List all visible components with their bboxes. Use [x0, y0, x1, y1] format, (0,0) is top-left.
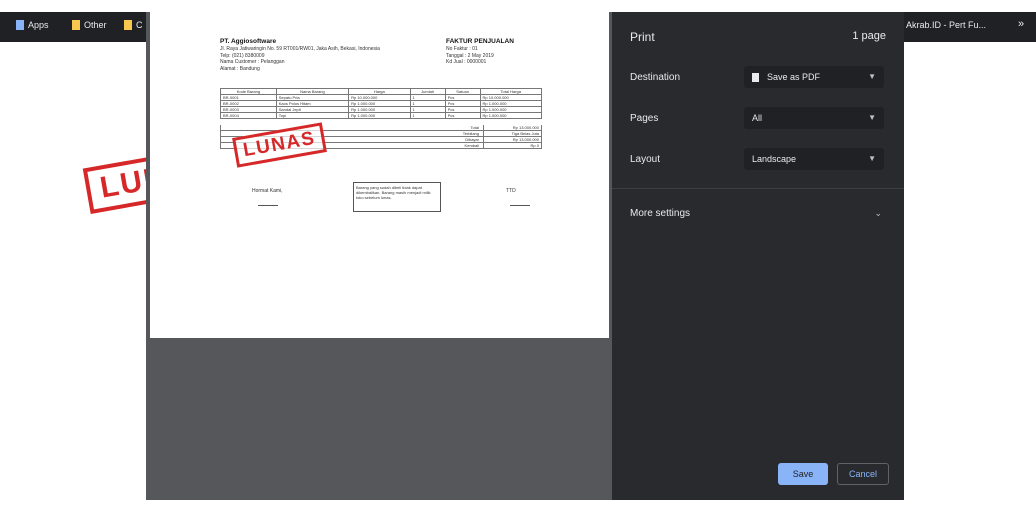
summary-value: Rp 13.000.000: [483, 125, 541, 130]
summary-label: Kembali: [464, 143, 479, 148]
summary-label: Dibayar: [465, 137, 479, 142]
bookmark-label: Other: [84, 20, 107, 30]
summary-label: Terbilang: [462, 131, 479, 136]
folder-icon: [72, 20, 80, 30]
destination-value: Save as PDF: [767, 72, 821, 82]
chevron-down-icon[interactable]: ⌄: [874, 208, 882, 219]
table-cell: Pcs: [444, 112, 481, 119]
print-settings-panel: Print 1 page Destination Save as PDF ▼ P…: [612, 12, 904, 500]
bookmark-akrab[interactable]: Akrab.ID - Pert Fu...: [906, 20, 986, 30]
signature-right-label: TTD: [506, 188, 516, 194]
address-line: Alamat : Bandung: [220, 65, 260, 72]
destination-select[interactable]: Save as PDF ▼: [744, 66, 884, 88]
divider: [612, 188, 904, 189]
preview-page: PT. Aggiosoftware Jl. Raya Jatiwaringin …: [150, 12, 609, 338]
summary-value: Tiga Belas Juta: [483, 131, 541, 136]
signature-left-label: Hormat Kami,: [252, 188, 283, 194]
summary-label: Total: [470, 125, 479, 130]
summary-value: Rp 0: [483, 143, 541, 148]
layout-label: Layout: [630, 154, 661, 165]
signature-left-line: [258, 205, 278, 206]
table-cell: 1: [409, 112, 446, 119]
chevron-down-icon: ▼: [868, 113, 876, 122]
cancel-button[interactable]: Cancel: [837, 463, 889, 485]
bookmark-apps[interactable]: Apps: [16, 20, 49, 30]
print-dialog: PT. Aggiosoftware Jl. Raya Jatiwaringin …: [146, 12, 904, 500]
folder-icon: [124, 20, 132, 30]
pages-label: Pages: [630, 113, 659, 124]
destination-label: Destination: [630, 72, 681, 83]
pages-select[interactable]: All ▼: [744, 107, 884, 129]
table-cell: Rp 1.000.000: [479, 112, 542, 119]
table-row: BR-0004 Topi Rp 1.000.000 1 Pcs Rp 1.000…: [220, 112, 542, 119]
save-button[interactable]: Save: [778, 463, 828, 485]
chevron-down-icon: ▼: [868, 72, 876, 81]
table-cell: Rp 1.000.000: [348, 112, 411, 119]
apps-icon: [16, 20, 24, 30]
table-cell: Topi: [275, 112, 350, 119]
page-count: 1 page: [852, 30, 886, 42]
print-title: Print: [630, 30, 655, 44]
bookmark-folder[interactable]: C: [124, 20, 143, 30]
more-settings-toggle[interactable]: More settings: [630, 208, 690, 219]
address-line: Jl. Raya Jatiwaringin No. 59 RT001/RW01,…: [220, 46, 380, 52]
invoice-note: Barang yang sudah dibeli tidak dapat dik…: [353, 182, 441, 212]
table-cell: BR-0004: [220, 112, 277, 119]
summary-value: Rp 13.000.000: [483, 137, 541, 142]
pdf-file-icon: [752, 72, 759, 82]
pages-value: All: [752, 113, 763, 123]
invoice-table: Kode Barang Nama Barang Harga Jumlah Sat…: [220, 88, 542, 119]
chevron-down-icon: ▼: [868, 154, 876, 163]
signature-right-line: [510, 205, 530, 206]
print-preview: PT. Aggiosoftware Jl. Raya Jatiwaringin …: [146, 12, 612, 500]
bookmark-label: C: [136, 20, 143, 30]
layout-value: Landscape: [752, 154, 797, 164]
layout-select[interactable]: Landscape ▼: [744, 148, 884, 170]
meta-line: Kd Jual : 0000001: [446, 59, 487, 65]
bookmark-other[interactable]: Other: [72, 20, 107, 30]
more-bookmarks-icon[interactable]: »: [1018, 18, 1024, 30]
bookmark-label: Apps: [28, 20, 49, 30]
invoice-address: Jl. Raya Jatiwaringin No. 59 RT001/RW01,…: [220, 46, 390, 72]
invoice-meta: No Faktur : 01 Tanggal : 2 May 2019 Kd J…: [446, 46, 546, 66]
